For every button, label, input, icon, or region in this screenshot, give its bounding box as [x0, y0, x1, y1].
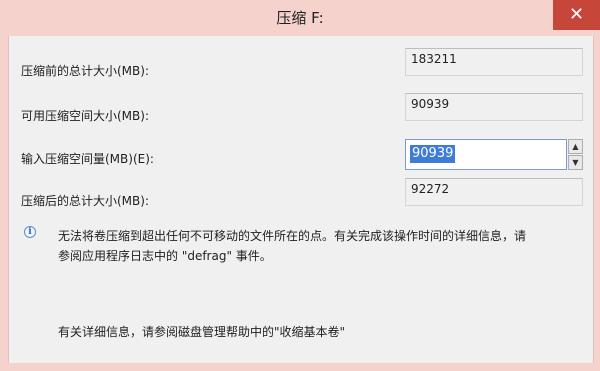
- size-after-label: 压缩后的总计大小(MB):: [21, 194, 149, 208]
- available-space-label: 可用压缩空间大小(MB):: [21, 109, 149, 123]
- info-message: 无法将卷压缩到超出任何不可移动的文件所在的点。有关完成该操作时间的详细信息，请 …: [58, 226, 588, 266]
- window-frame-left: [0, 36, 8, 363]
- close-button[interactable]: ✕: [553, 0, 600, 30]
- window-frame-bottom: [0, 363, 600, 371]
- info-message-line-2: 参阅应用程序日志中的 "defrag" 事件。: [58, 249, 272, 263]
- size-after-field: 92272: [405, 178, 583, 206]
- info-icon: i: [24, 226, 36, 238]
- size-before-field: 183211: [405, 48, 583, 76]
- shrink-amount-value[interactable]: 90939: [410, 145, 456, 163]
- available-space-field: 90939: [405, 93, 583, 121]
- size-before-value: 183211: [411, 52, 457, 66]
- help-text: 有关详细信息，请参阅磁盘管理帮助中的"收缩基本卷": [58, 325, 346, 339]
- shrink-amount-label: 输入压缩空间量(MB)(E):: [21, 152, 154, 166]
- shrink-amount-input[interactable]: 90939: [405, 139, 567, 170]
- info-message-line-1: 无法将卷压缩到超出任何不可移动的文件所在的点。有关完成该操作时间的详细信息，请: [58, 229, 527, 243]
- available-space-value: 90939: [411, 97, 450, 111]
- window-title: 压缩 F:: [276, 9, 324, 27]
- spin-up-button[interactable]: ▲: [568, 139, 583, 154]
- spin-down-button[interactable]: ▼: [568, 155, 583, 170]
- size-before-label: 压缩前的总计大小(MB):: [21, 64, 149, 78]
- size-after-value: 92272: [411, 182, 450, 196]
